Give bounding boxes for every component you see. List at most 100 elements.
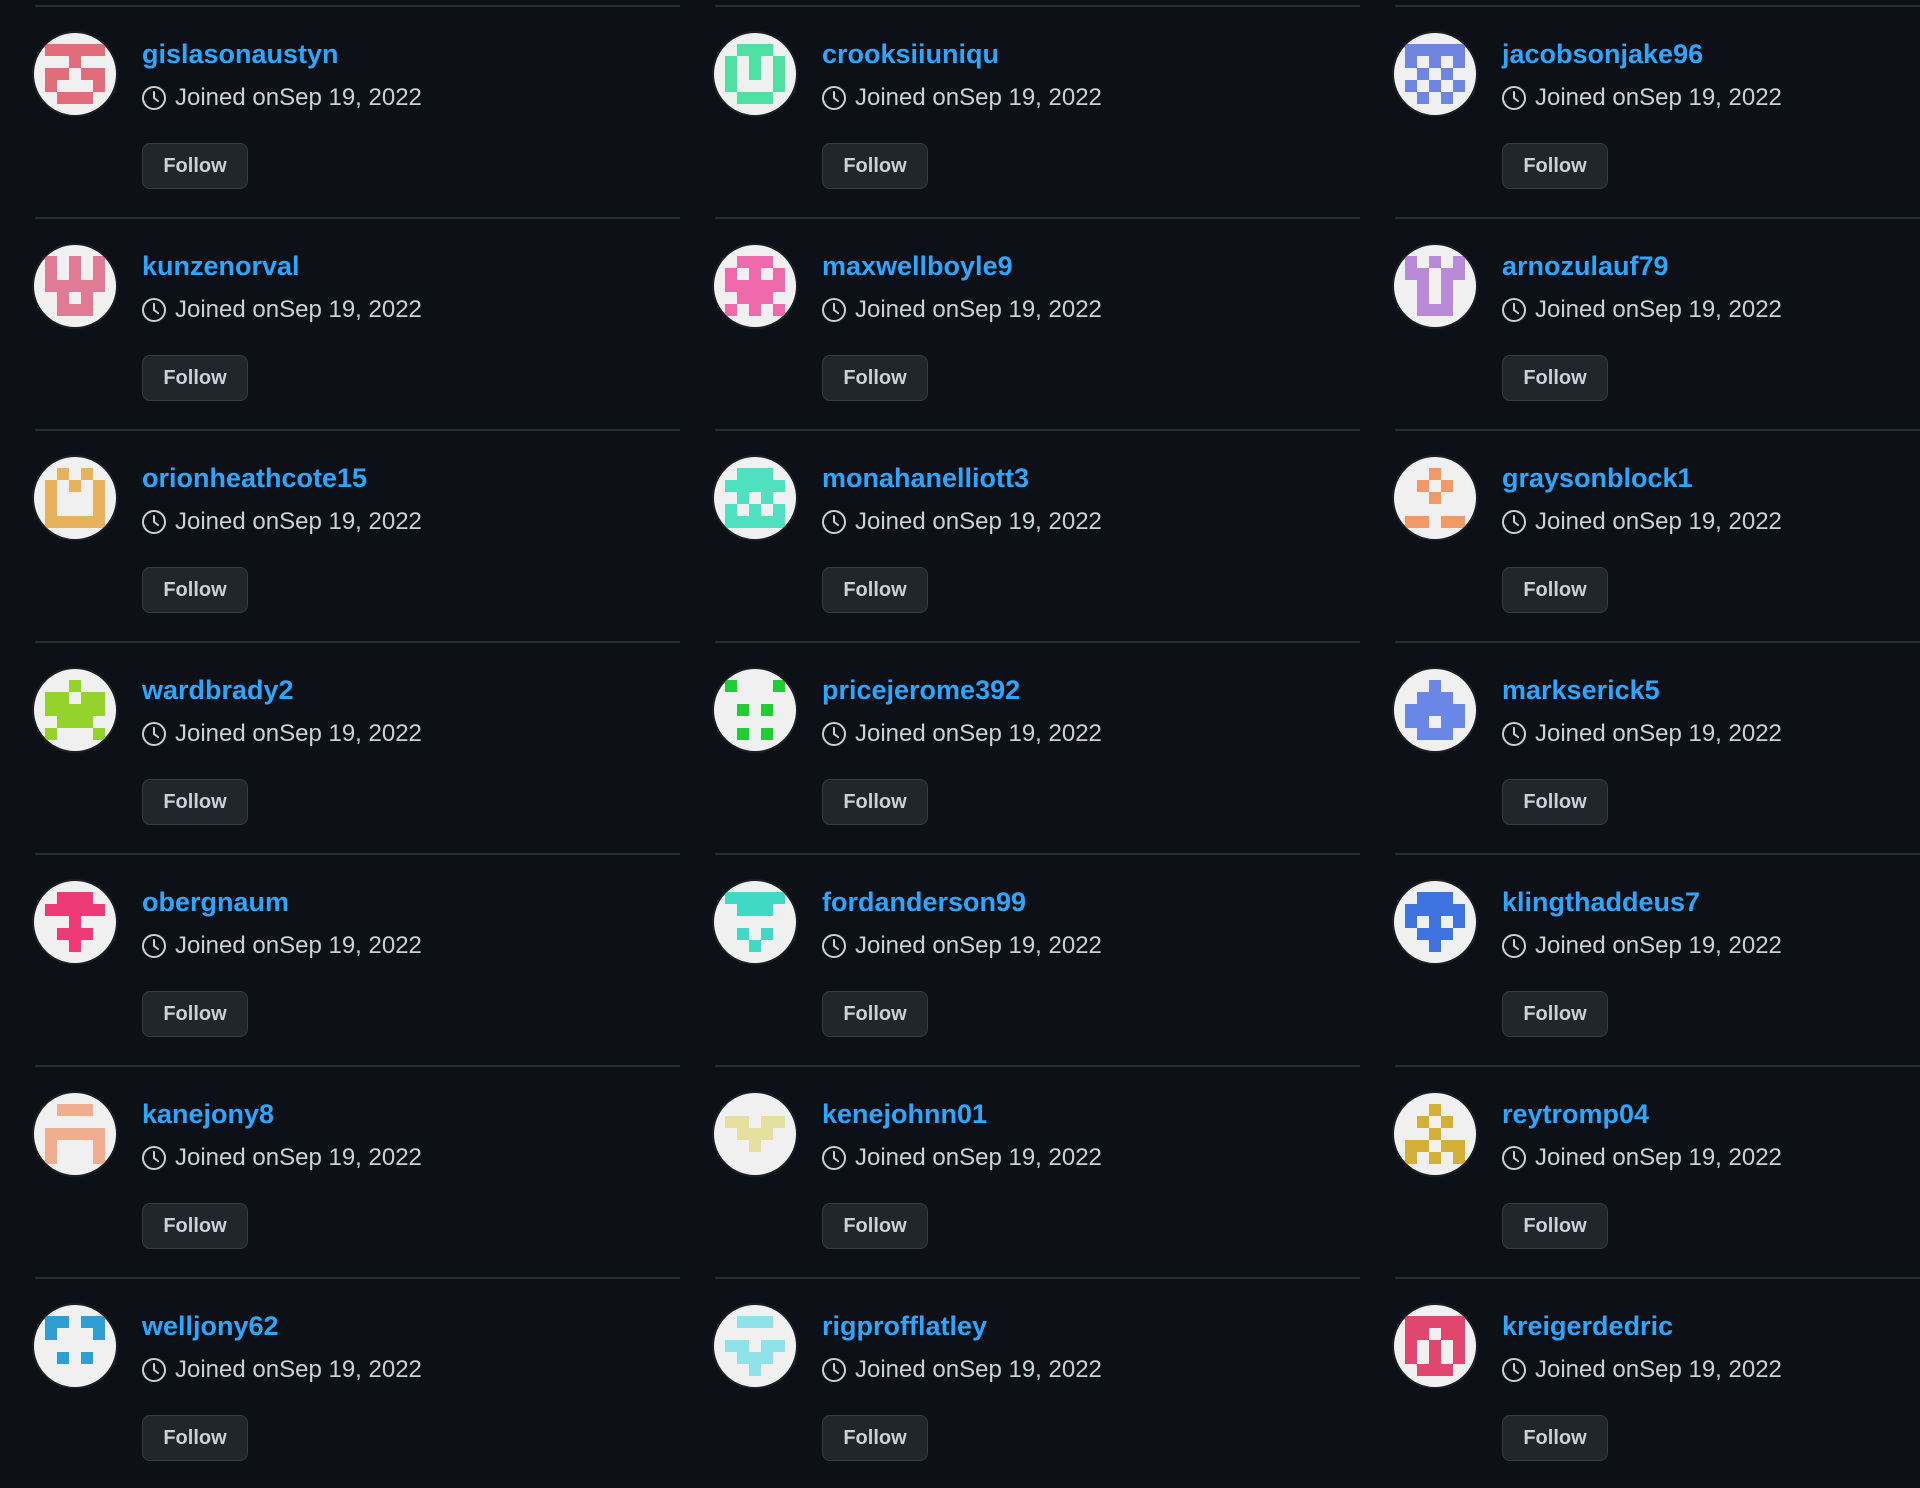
follow-button[interactable]: Follow [822,1203,928,1249]
username-link[interactable]: reytromp04 [1502,1096,1649,1132]
clock-icon [142,86,166,110]
identicon-cell [1453,80,1465,92]
follow-button[interactable]: Follow [142,991,248,1037]
identicon-cell [773,280,785,292]
follow-button[interactable]: Follow [142,1203,248,1249]
follow-button[interactable]: Follow [142,567,248,613]
avatar[interactable] [34,33,116,115]
identicon-icon [1405,892,1465,952]
card-divider [35,5,680,7]
username-link[interactable]: arnozulauf79 [1502,248,1669,284]
avatar[interactable] [1394,33,1476,115]
card-divider [715,429,1360,431]
card-divider [35,641,680,643]
username-link[interactable]: kenejohnn01 [822,1096,987,1132]
username-link[interactable]: fordanderson99 [822,884,1026,920]
identicon-cell [749,304,761,316]
avatar[interactable] [714,33,796,115]
identicon-cell [1429,904,1441,916]
avatar[interactable] [1394,245,1476,327]
identicon-cell [69,516,81,528]
follow-button[interactable]: Follow [1502,567,1608,613]
username-link[interactable]: kanejony8 [142,1096,274,1132]
follow-button[interactable]: Follow [142,355,248,401]
avatar[interactable] [34,1305,116,1387]
follow-button[interactable]: Follow [1502,1415,1608,1461]
username-link[interactable]: markserick5 [1502,672,1660,708]
avatar[interactable] [714,1093,796,1175]
identicon-cell [1441,1140,1453,1152]
username-link[interactable]: klingthaddeus7 [1502,884,1700,920]
identicon-cell [1417,716,1429,728]
identicon-cell [45,692,57,704]
follow-button[interactable]: Follow [822,143,928,189]
avatar[interactable] [714,245,796,327]
follow-button[interactable]: Follow [142,779,248,825]
avatar[interactable] [1394,457,1476,539]
identicon-icon [45,256,105,316]
identicon-cell [1453,256,1465,268]
avatar[interactable] [34,881,116,963]
avatar[interactable] [1394,1093,1476,1175]
username-link[interactable]: graysonblock1 [1502,460,1693,496]
avatar[interactable] [714,457,796,539]
identicon-cell [749,268,761,280]
follow-button[interactable]: Follow [1502,1203,1608,1249]
identicon-cell [1429,492,1441,504]
clock-icon [1502,298,1526,322]
identicon-cell [45,1316,57,1328]
avatar[interactable] [1394,1305,1476,1387]
identicon-cell [1429,1316,1441,1328]
avatar[interactable] [714,669,796,751]
username-link[interactable]: kunzenorval [142,248,300,284]
username-link[interactable]: maxwellboyle9 [822,248,1013,284]
identicon-icon [725,468,785,528]
follow-button[interactable]: Follow [822,567,928,613]
follow-button[interactable]: Follow [1502,143,1608,189]
joined-date-value: Sep 19, 2022 [1639,1144,1782,1171]
follow-button[interactable]: Follow [1502,355,1608,401]
follow-button[interactable]: Follow [142,1415,248,1461]
identicon-cell [725,304,737,316]
follow-button[interactable]: Follow [822,1415,928,1461]
clock-icon [1502,1146,1526,1170]
username-link[interactable]: jacobsonjake96 [1502,36,1703,72]
follow-button[interactable]: Follow [1502,779,1608,825]
follow-button[interactable]: Follow [822,355,928,401]
username-link[interactable]: orionheathcote15 [142,460,367,496]
avatar[interactable] [34,1093,116,1175]
username-link[interactable]: wardbrady2 [142,672,294,708]
username-link[interactable]: kreigerdedric [1502,1308,1673,1344]
identicon-cell [45,904,57,916]
identicon-cell [57,892,69,904]
clock-icon [822,722,846,746]
avatar[interactable] [714,881,796,963]
username-link[interactable]: pricejerome392 [822,672,1020,708]
username-link[interactable]: rigprofflatley [822,1308,987,1344]
username-link[interactable]: gislasonaustyn [142,36,339,72]
identicon-cell [1405,904,1417,916]
identicon-cell [69,304,81,316]
username-link[interactable]: obergnaum [142,884,289,920]
avatar[interactable] [34,245,116,327]
follow-button[interactable]: Follow [822,779,928,825]
joined-prefix: Joined on [175,1144,280,1171]
avatar[interactable] [1394,669,1476,751]
joined-date-value: Sep 19, 2022 [959,508,1102,535]
username-link[interactable]: monahanelliott3 [822,460,1029,496]
avatar[interactable] [1394,881,1476,963]
identicon-cell [1405,80,1417,92]
avatar[interactable] [714,1305,796,1387]
identicon-icon [45,1316,105,1364]
follow-button[interactable]: Follow [142,143,248,189]
username-link[interactable]: crooksiiuniqu [822,36,999,72]
follow-button[interactable]: Follow [1502,991,1608,1037]
follow-button[interactable]: Follow [822,991,928,1037]
identicon-cell [69,716,81,728]
avatar[interactable] [34,457,116,539]
username-link[interactable]: welljony62 [142,1308,279,1344]
joined-date: Joined on Sep 19, 2022 [1501,716,1782,752]
identicon-icon [725,1116,785,1152]
avatar[interactable] [34,669,116,751]
user-card: graysonblock1 Joined on Sep 19, 2022 Follo… [1360,424,1920,636]
